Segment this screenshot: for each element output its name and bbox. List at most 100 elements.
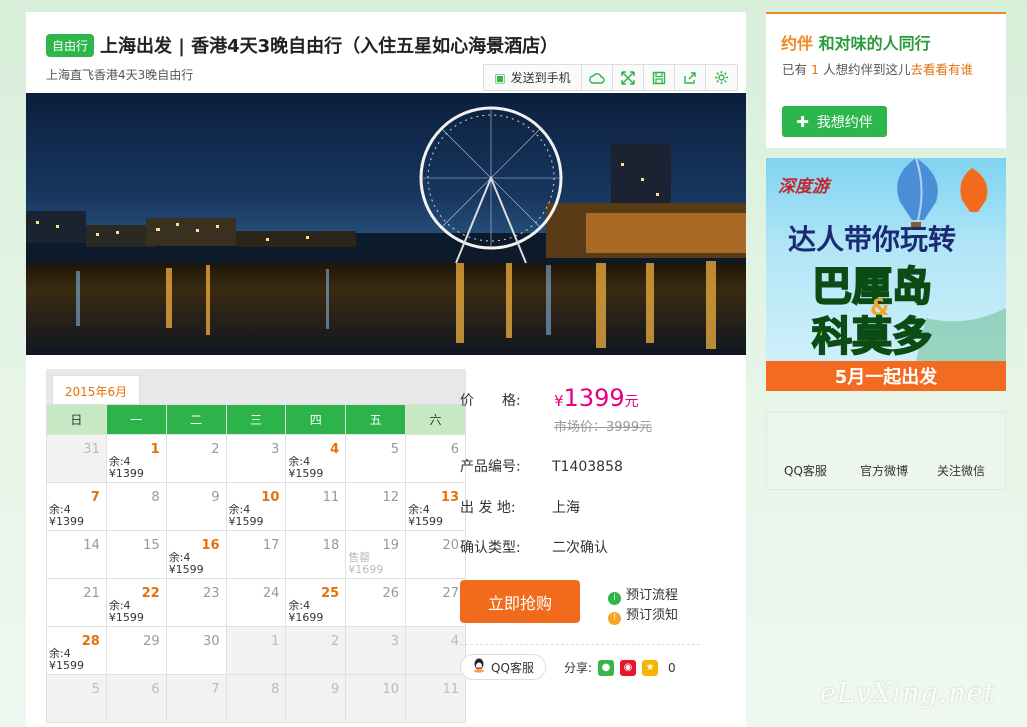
day-number: 15 (143, 538, 160, 553)
month-tab[interactable]: 2015年6月 (52, 375, 140, 407)
official-weibo-link[interactable]: 官方微博 (860, 462, 908, 479)
day-price: ¥1399 (108, 467, 144, 480)
calendar-day: 18 (285, 530, 347, 579)
day-number: 6 (450, 442, 459, 457)
qq-service-link[interactable]: QQ客服 (784, 462, 827, 479)
day-number: 7 (90, 490, 100, 505)
day-price: ¥1699 (288, 611, 324, 624)
ad-destination-komodo: 科莫多 (811, 313, 933, 361)
calendar-day[interactable]: 10 余:4 ¥1599 (225, 482, 287, 531)
see-who-link[interactable]: 去看看有谁 (910, 62, 973, 77)
day-number: 8 (271, 682, 280, 697)
page-subtitle: 上海直飞香港4天3晚自由行 (46, 68, 194, 82)
day-number: 23 (202, 586, 220, 601)
weekday-header: 一 (105, 404, 167, 435)
price-row: 价 格: (460, 390, 552, 410)
qzone-icon[interactable]: ★ (642, 659, 659, 676)
confirm-type-value: 二次确认 (552, 540, 608, 556)
bali-komodo-ad[interactable]: 深度游 达人带你玩转 巴厘岛 & 科莫多 5月一起出发 (766, 158, 1006, 391)
day-number: 6 (151, 682, 160, 697)
calendar-tab-bar: 2015年6月 (46, 369, 466, 407)
calendar-day[interactable]: 28 余:4 ¥1599 (46, 626, 107, 675)
day-number: 21 (83, 586, 100, 601)
day-number: 10 (261, 490, 280, 505)
companion-title: 约伴 和对味的人同行 (781, 34, 931, 53)
calendar-day: 21 (46, 578, 107, 627)
send-to-phone-button[interactable]: ▣ 发送到手机 (484, 65, 582, 90)
follow-wechat-link[interactable]: 关注微信 (937, 462, 985, 479)
price-calendar: 日一二三四五六 31 1 余:4 ¥1399 2 3 4 余:4 ¥1599 5 6 7 余:4 ¥139… (46, 404, 466, 723)
calendar-day: 26 (345, 578, 407, 627)
wechat-icon[interactable]: ● (598, 659, 615, 676)
day-number: 27 (442, 586, 459, 601)
day-price: ¥1699 (348, 563, 384, 576)
day-number: 2 (211, 442, 220, 457)
calendar-day: 12 (345, 482, 407, 531)
day-number: 4 (330, 442, 340, 457)
buy-now-button[interactable]: 立即抢购 (460, 580, 580, 623)
confirm-type-row: 确认类型: 二次确认 (460, 537, 608, 557)
weekday-header: 四 (285, 404, 347, 435)
ad-date-bar: 5月一起出发 (766, 361, 1006, 391)
product-code-label: 产品编号: (460, 459, 521, 475)
banner-photo (26, 93, 746, 355)
day-number: 29 (143, 634, 160, 649)
day-price: ¥1599 (288, 467, 324, 480)
calendar-day[interactable]: 16 余:4 ¥1599 (165, 530, 227, 579)
weekday-header: 二 (165, 404, 227, 435)
day-number: 1 (150, 442, 160, 457)
weekday-header: 日 (46, 404, 107, 435)
calendar-day: 29 (105, 626, 167, 675)
day-number: 20 (442, 538, 459, 553)
calendar-day: 7 (165, 674, 227, 723)
departure-row: 出 发 地: 上海 (460, 497, 580, 517)
qq-service-button[interactable]: QQ客服 (460, 654, 546, 680)
day-number: 1 (271, 634, 280, 649)
want-companion-button[interactable]: ✚ 我想约伴 (782, 106, 887, 137)
day-number: 3 (271, 442, 280, 457)
calendar-day[interactable]: 1 余:4 ¥1399 (105, 434, 167, 483)
day-number: 24 (262, 586, 280, 601)
warning-icon: ! (608, 612, 621, 625)
service-links: QQ客服 官方微博 关注微信 (766, 412, 1006, 490)
calendar-day: 3 (225, 434, 287, 483)
calendar-day: 2 (285, 626, 347, 675)
calendar-day: 20 (405, 530, 466, 579)
calendar-day[interactable]: 7 余:4 ¥1399 (46, 482, 107, 531)
day-number: 26 (382, 586, 400, 601)
day-number: 19 (382, 538, 400, 553)
day-number: 28 (81, 634, 100, 649)
weibo-icon[interactable]: ◉ (620, 659, 637, 676)
day-number: 4 (450, 634, 459, 649)
product-code-value: T1403858 (552, 459, 623, 475)
day-price: ¥1599 (168, 563, 204, 576)
ad-headline: 达人带你玩转 (788, 223, 957, 256)
booking-process-link[interactable]: i 预订流程 (608, 584, 678, 605)
companion-info: 已有 1 人想约伴到这儿去看看有谁 (782, 62, 973, 77)
calendar-day: 8 (225, 674, 287, 723)
calendar-day: 8 (105, 482, 167, 531)
booking-notice-link[interactable]: ! 预订须知 (608, 604, 678, 625)
companion-count: 1 (811, 62, 819, 77)
departure-label: 出 发 地: (460, 500, 516, 516)
calendar-day: 14 (46, 530, 107, 579)
calendar-day[interactable]: 4 余:4 ¥1599 (285, 434, 347, 483)
calendar-day: 19 售罄 ¥1699 (345, 530, 407, 579)
day-number: 10 (382, 682, 400, 697)
day-number: 14 (83, 538, 100, 553)
calendar-day: 2 (165, 434, 227, 483)
calendar-day[interactable]: 25 余:4 ¥1699 (285, 578, 347, 627)
calendar-day: 24 (225, 578, 287, 627)
settings-icon[interactable] (706, 65, 737, 90)
save-icon[interactable] (644, 65, 675, 90)
share-icon[interactable] (675, 65, 706, 90)
calendar-day[interactable]: 22 余:4 ¥1599 (105, 578, 167, 627)
day-number: 13 (440, 490, 459, 505)
expand-icon[interactable] (613, 65, 644, 90)
day-number: 9 (330, 682, 340, 697)
share-bar: 分享: ● ◉ ★ 0 (564, 659, 676, 676)
calendar-day[interactable]: 13 余:4 ¥1599 (405, 482, 466, 531)
toolbar: ▣ 发送到手机 (483, 64, 738, 91)
free-travel-badge: 自由行 (46, 33, 95, 57)
cloud-icon[interactable] (582, 65, 613, 90)
